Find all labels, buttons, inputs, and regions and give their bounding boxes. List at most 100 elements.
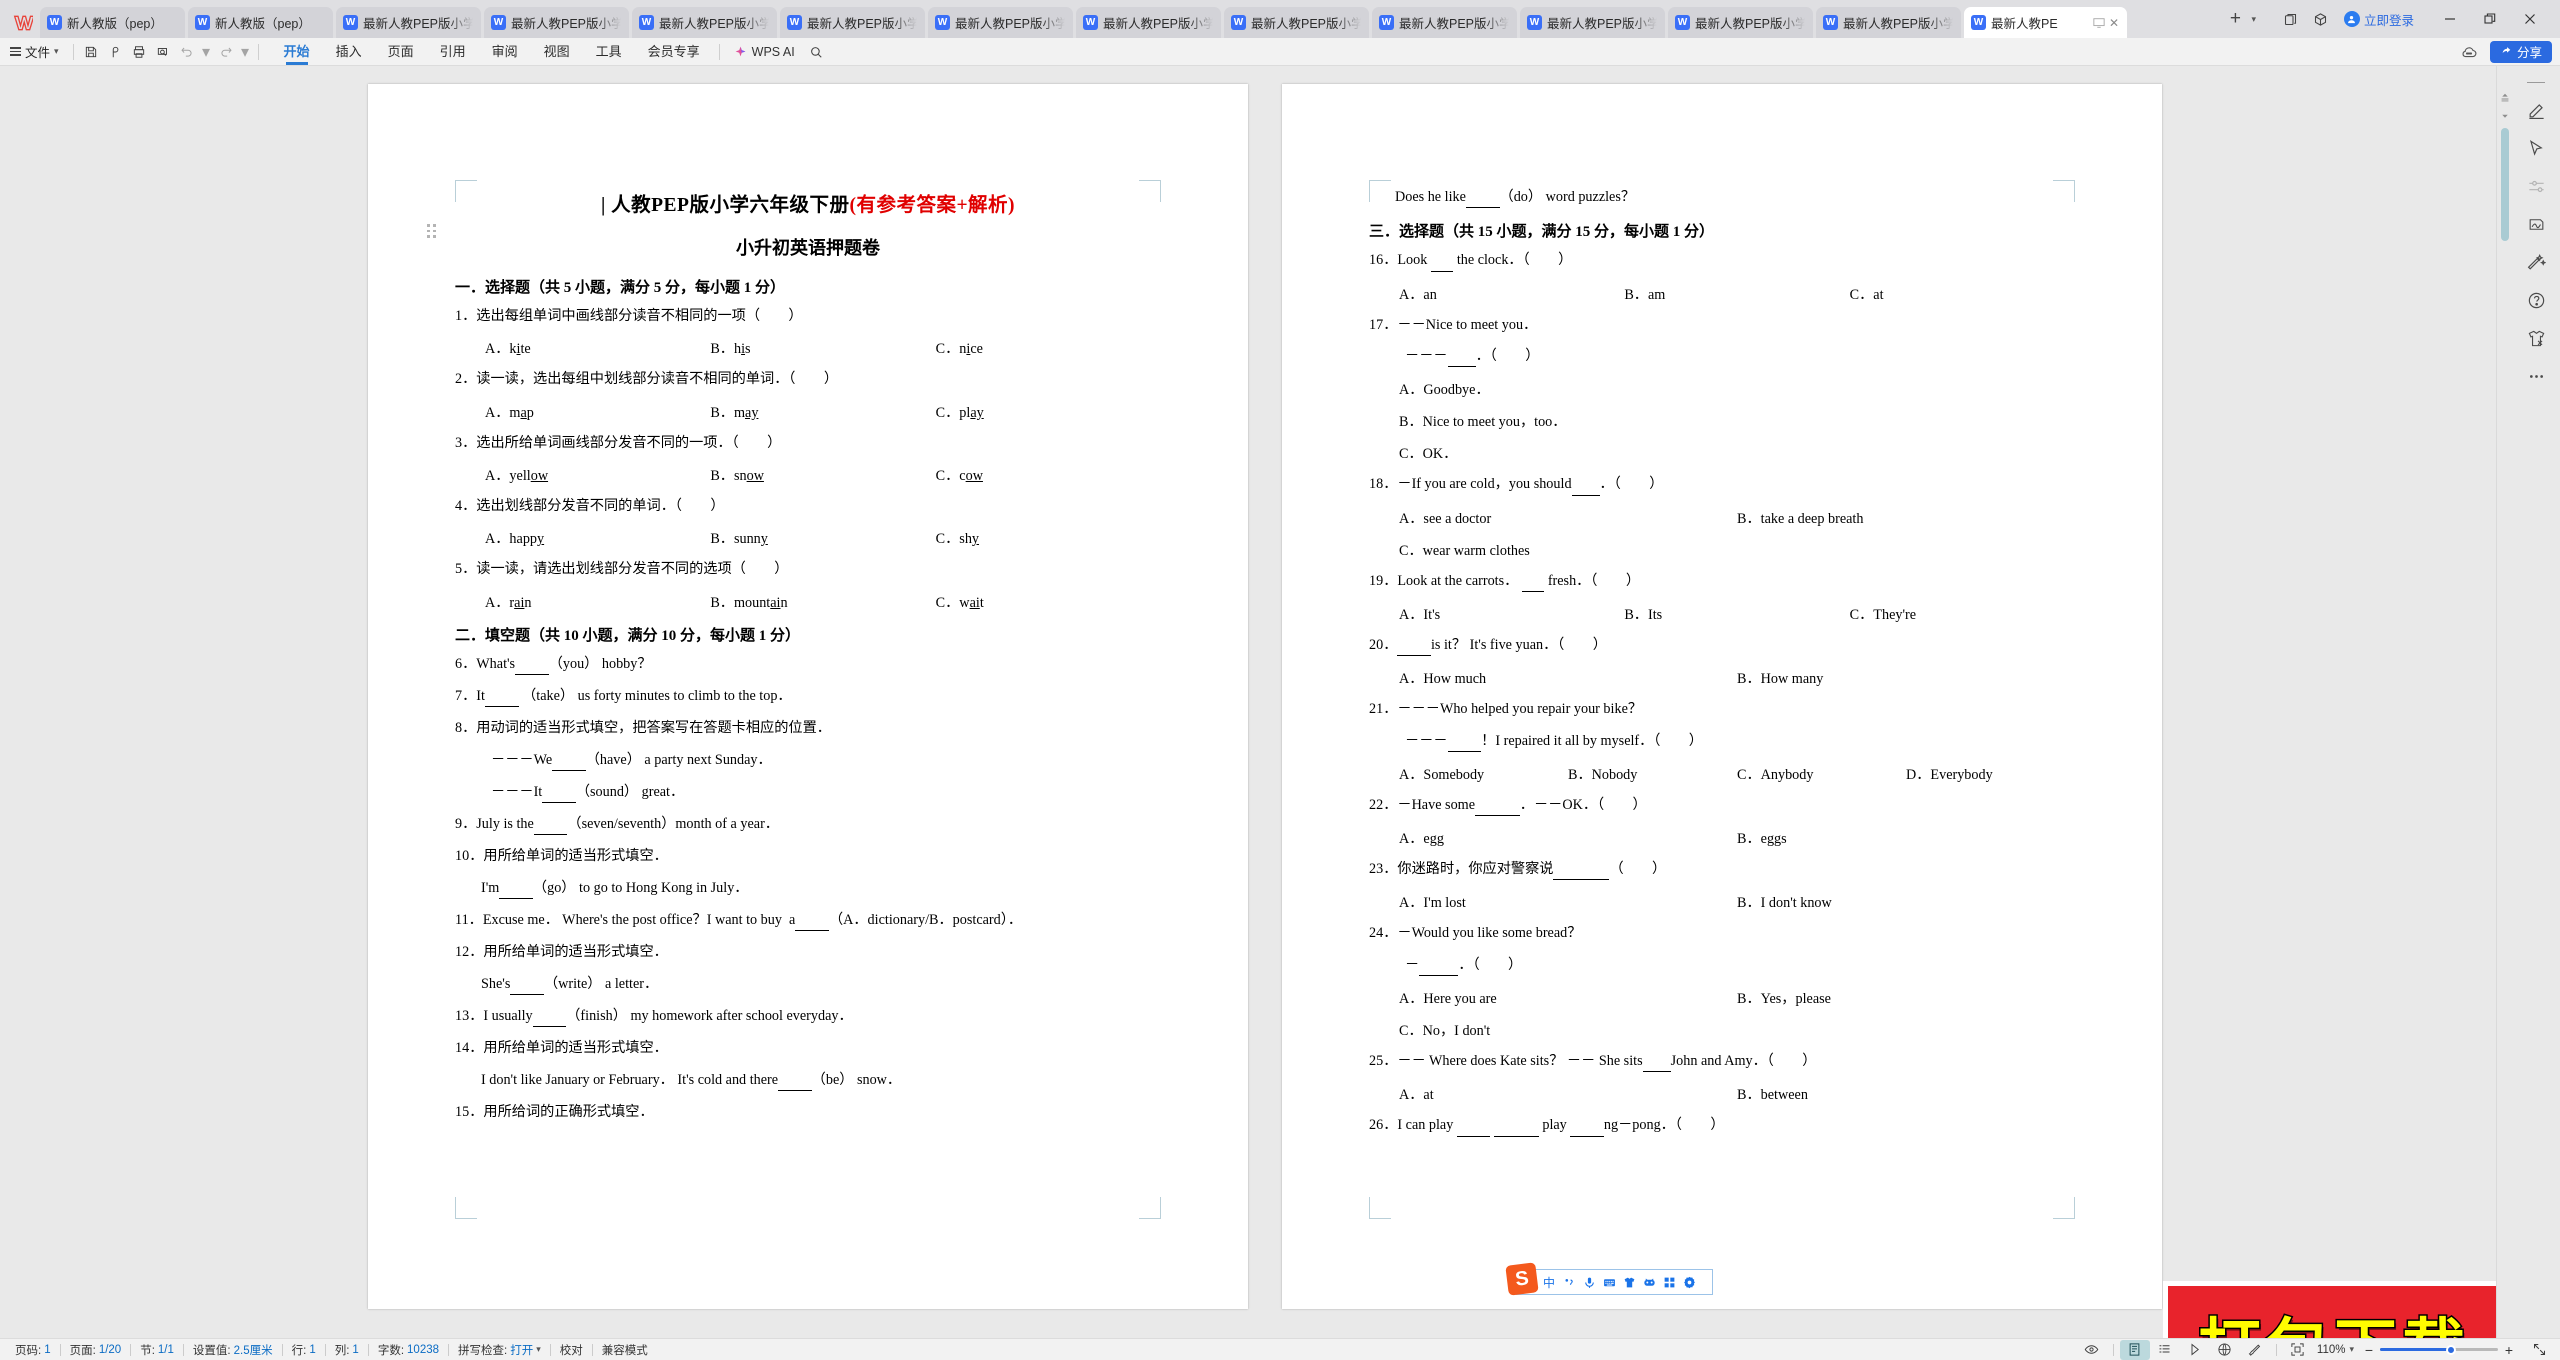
document-page-right[interactable]: Does he like （do） word puzzles？ 三．选择题（共 1… bbox=[1282, 84, 2162, 1309]
status-item[interactable]: 拼写检查: 打开 ▾ bbox=[449, 1342, 550, 1358]
tab-menu-chevron-icon[interactable]: ▾ bbox=[2251, 14, 2256, 25]
next-page-icon[interactable] bbox=[2497, 110, 2512, 122]
help-icon[interactable] bbox=[2519, 281, 2553, 319]
print-search-icon[interactable] bbox=[152, 41, 174, 63]
ribbon-tab-页面[interactable]: 页面 bbox=[375, 38, 427, 66]
save-icon[interactable] bbox=[80, 41, 102, 63]
scrollbar-thumb[interactable] bbox=[2501, 128, 2509, 241]
zoom-knob[interactable] bbox=[2445, 1344, 2456, 1355]
brush-icon[interactable] bbox=[2240, 1340, 2270, 1360]
microphone-icon[interactable] bbox=[1579, 1271, 1599, 1293]
undo-icon[interactable] bbox=[176, 41, 198, 63]
app-box-icon[interactable] bbox=[2308, 6, 2334, 32]
cursor-select-icon[interactable] bbox=[2519, 129, 2553, 167]
document-tab[interactable]: W 最新人教PEP版小学 bbox=[1668, 7, 1813, 38]
drag-handle-icon[interactable] bbox=[427, 224, 436, 238]
status-item[interactable]: 页码: 1 bbox=[6, 1342, 60, 1358]
toolbox-icon[interactable] bbox=[1659, 1271, 1679, 1293]
punctuation-icon[interactable] bbox=[1559, 1271, 1579, 1293]
zoom-in-button[interactable]: + bbox=[2498, 1342, 2520, 1358]
share-button[interactable]: 分享 bbox=[2489, 40, 2552, 63]
document-canvas[interactable]: | 人教PEP版小学六年级下册(有参考答案+解析) 小升初英语押题卷 一．选择题… bbox=[0, 66, 2496, 1338]
emoji-icon[interactable] bbox=[1639, 1271, 1659, 1293]
document-tab[interactable]: W 最新人教PEP版小学 bbox=[632, 7, 777, 38]
search-icon[interactable] bbox=[803, 45, 829, 59]
undo-chevron-icon[interactable]: ▾ bbox=[200, 41, 213, 63]
login-button[interactable]: 立即登录 bbox=[2338, 10, 2420, 29]
read-view-button[interactable] bbox=[2180, 1340, 2210, 1360]
ribbon-tab-审阅[interactable]: 审阅 bbox=[479, 38, 531, 66]
document-tab[interactable]: W 最新人教PEP版小学 bbox=[336, 7, 481, 38]
answer-option: B．his bbox=[710, 341, 751, 358]
status-item[interactable]: 节: 1/1 bbox=[131, 1342, 183, 1358]
document-tab[interactable]: W 新人教版（pep） bbox=[188, 7, 333, 38]
minimize-button[interactable] bbox=[2430, 4, 2470, 34]
ribbon-tab-工具[interactable]: 工具 bbox=[583, 38, 635, 66]
page-layout-view-button[interactable] bbox=[2119, 1339, 2150, 1360]
redo-icon[interactable] bbox=[215, 41, 237, 63]
ribbon-tab-会员专享[interactable]: 会员专享 bbox=[635, 38, 713, 66]
document-tab[interactable]: W 最新人教PEP版小学 bbox=[484, 7, 629, 38]
zoom-out-button[interactable]: − bbox=[2358, 1342, 2380, 1358]
previous-page-icon[interactable] bbox=[2497, 92, 2512, 104]
chinese-mode-icon[interactable]: 中 bbox=[1539, 1271, 1559, 1293]
more-icon[interactable] bbox=[2519, 357, 2553, 395]
present-monitor-icon[interactable] bbox=[2093, 17, 2105, 29]
zoom-slider[interactable]: − + bbox=[2358, 1342, 2520, 1358]
document-tab[interactable]: W 最新人教PEP版小学 bbox=[1224, 7, 1369, 38]
chevron-down-icon[interactable]: ▾ bbox=[536, 1344, 541, 1355]
fullscreen-button[interactable] bbox=[2524, 1340, 2554, 1360]
document-tab[interactable]: W 新人教版（pep） bbox=[40, 7, 185, 38]
print-preview-icon[interactable] bbox=[104, 41, 126, 63]
wps-logo-icon[interactable] bbox=[6, 8, 40, 38]
document-tab[interactable]: W 最新人教PEP版小学 bbox=[1520, 7, 1665, 38]
document-page-left[interactable]: | 人教PEP版小学六年级下册(有参考答案+解析) 小升初英语押题卷 一．选择题… bbox=[368, 84, 1248, 1309]
print-icon[interactable] bbox=[128, 41, 150, 63]
redo-chevron-icon[interactable]: ▾ bbox=[239, 41, 252, 63]
page-right-body: Does he like （do） word puzzles？ 三．选择题（共 1… bbox=[1369, 188, 2075, 1149]
document-tab[interactable]: W 最新人教PEP版小学 bbox=[1372, 7, 1517, 38]
status-item[interactable]: 兼容模式 bbox=[593, 1342, 657, 1358]
focus-mode-button[interactable] bbox=[2283, 1340, 2313, 1360]
skin-icon[interactable] bbox=[1619, 1271, 1639, 1293]
document-tab[interactable]: W 最新人教PEP版小学 bbox=[1816, 7, 1961, 38]
sliders-icon[interactable] bbox=[2519, 167, 2553, 205]
zoom-level-label[interactable]: 110% bbox=[2313, 1344, 2350, 1356]
skin-change-icon[interactable] bbox=[2519, 319, 2553, 357]
status-item[interactable]: 校对 bbox=[551, 1342, 592, 1358]
cloud-sync-icon[interactable] bbox=[2460, 41, 2482, 63]
signature-icon[interactable] bbox=[2519, 205, 2553, 243]
eye-icon[interactable] bbox=[2077, 1340, 2107, 1360]
file-menu-button[interactable]: 文件 ▾ bbox=[8, 42, 67, 61]
soft-keyboard-icon[interactable] bbox=[1599, 1271, 1619, 1293]
maximize-restore-button[interactable] bbox=[2470, 4, 2510, 34]
close-window-button[interactable] bbox=[2510, 4, 2550, 34]
status-item[interactable]: 字数: 10238 bbox=[369, 1342, 448, 1358]
zoom-track[interactable] bbox=[2380, 1344, 2498, 1355]
new-tab-button[interactable]: + bbox=[2223, 8, 2247, 30]
sogou-ime-toolbar[interactable]: S 中 bbox=[1505, 1262, 1713, 1296]
pen-icon[interactable] bbox=[2519, 91, 2553, 129]
document-tab[interactable]: W 最新人教PEP版小学 bbox=[780, 7, 925, 38]
status-item[interactable]: 列: 1 bbox=[326, 1342, 368, 1358]
sogou-logo-icon[interactable]: S bbox=[1505, 1262, 1539, 1296]
status-item[interactable]: 行: 1 bbox=[283, 1342, 325, 1358]
magic-wand-icon[interactable] bbox=[2519, 243, 2553, 281]
ribbon-tab-视图[interactable]: 视图 bbox=[531, 38, 583, 66]
document-tab[interactable]: W 最新人教PE ✕ bbox=[1964, 7, 2127, 38]
ribbon-tab-开始[interactable]: 开始 bbox=[271, 38, 323, 66]
document-tab[interactable]: W 最新人教PEP版小学 bbox=[928, 7, 1073, 38]
tab-close-icon[interactable]: ✕ bbox=[2109, 17, 2119, 29]
ribbon-tab-插入[interactable]: 插入 bbox=[323, 38, 375, 66]
wps-ai-button[interactable]: WPS AI bbox=[726, 45, 803, 59]
status-item[interactable]: 页面: 1/20 bbox=[61, 1342, 131, 1358]
status-item[interactable]: 设置值: 2.5厘米 bbox=[184, 1342, 282, 1358]
vertical-scrollbar[interactable] bbox=[2496, 66, 2512, 1338]
document-tab[interactable]: W 最新人教PEP版小学 bbox=[1076, 7, 1221, 38]
zoom-chevron-icon[interactable]: ▾ bbox=[2349, 1344, 2354, 1355]
web-view-button[interactable] bbox=[2210, 1340, 2240, 1360]
settings-icon[interactable] bbox=[1679, 1271, 1699, 1293]
ribbon-tab-引用[interactable]: 引用 bbox=[427, 38, 479, 66]
tab-overview-icon[interactable] bbox=[2278, 6, 2304, 32]
outline-view-button[interactable] bbox=[2150, 1340, 2180, 1360]
